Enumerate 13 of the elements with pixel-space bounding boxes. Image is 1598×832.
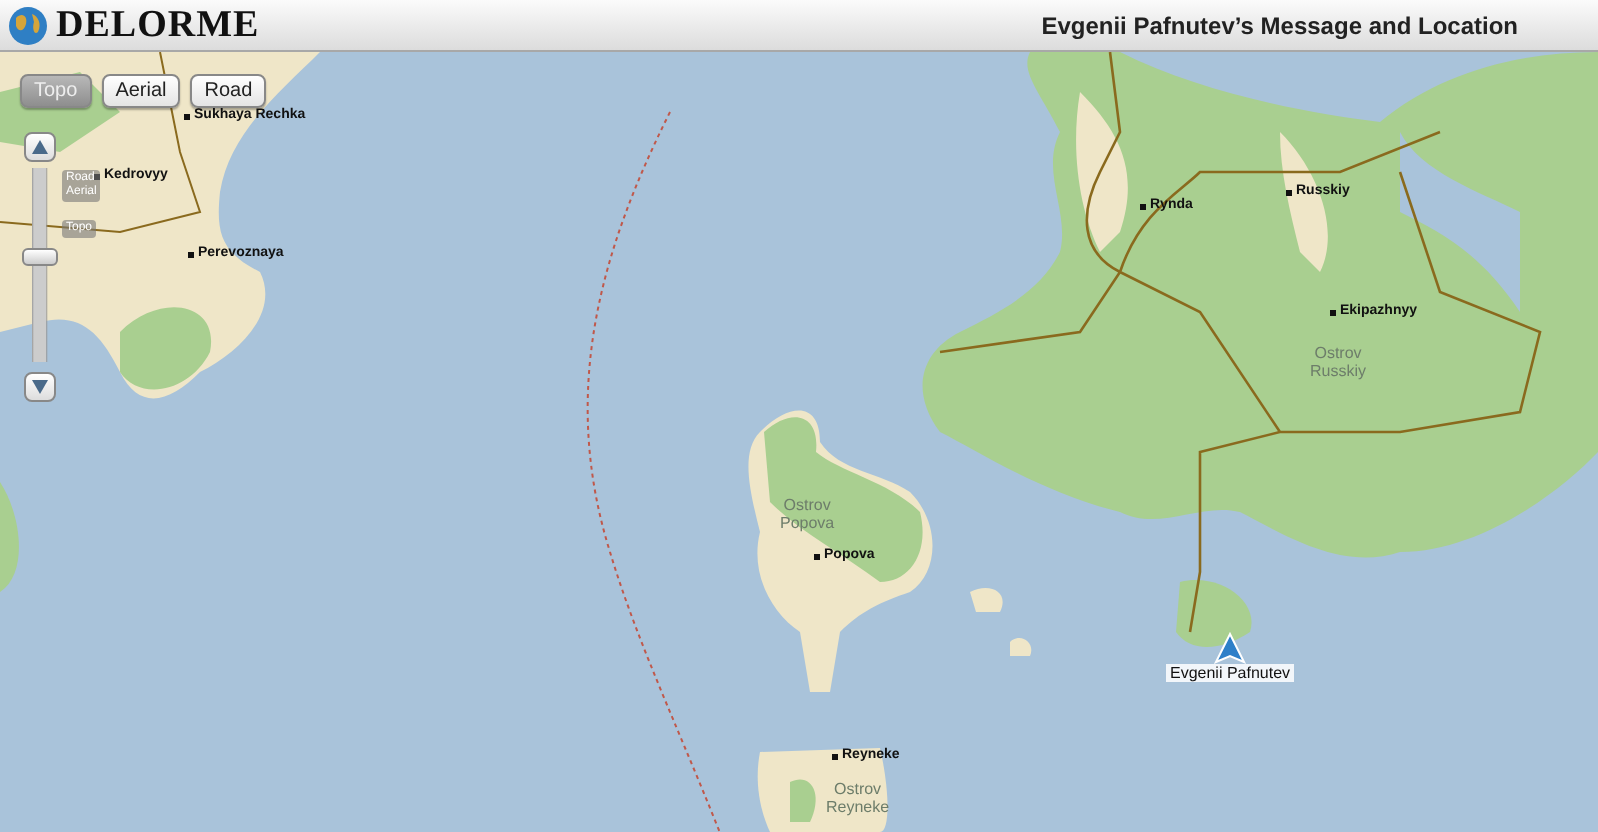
zoom-in-button[interactable] <box>24 132 56 162</box>
map-type-tab[interactable]: Topo <box>20 74 92 108</box>
map-type-tab[interactable]: Aerial <box>101 74 181 108</box>
up-triangle-icon <box>32 140 48 154</box>
window-title: Evgenii Pafnutev’s Message and Location <box>1041 11 1518 39</box>
globe-icon <box>8 5 48 45</box>
map-type-tab[interactable]: Road <box>190 74 267 108</box>
down-triangle-icon <box>32 380 48 394</box>
zoom-out-button[interactable] <box>24 372 56 402</box>
marker-label: Evgenii Pafnutev <box>1166 664 1295 682</box>
island-label: Ostrov Reyneke <box>826 780 890 816</box>
brand-logo: DELORME <box>56 3 260 47</box>
island-label: Ostrov Russkiy <box>1310 344 1367 380</box>
